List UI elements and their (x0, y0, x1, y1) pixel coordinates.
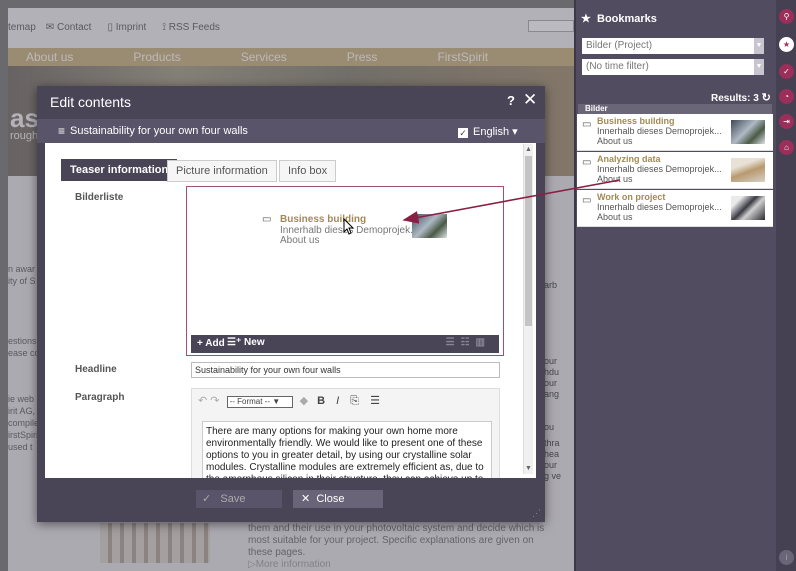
paragraph-text[interactable]: There are many options for making your o… (202, 421, 492, 478)
chevron-down-icon: ▼ (754, 38, 764, 54)
star-icon[interactable]: ★ (779, 37, 794, 52)
bookmarks-header: ★ Bookmarks (581, 13, 657, 25)
close-icon[interactable]: ✕ (523, 90, 537, 110)
page-title: Sustainability for your own four walls (70, 125, 248, 137)
star-icon: ★ (581, 13, 591, 25)
new-list-icon: ☰⁺ (227, 337, 242, 348)
bookmark-thumbnail (731, 196, 765, 220)
close-button[interactable]: ✕ Close (293, 490, 383, 508)
bookmark-path: About us (597, 174, 633, 184)
checkbox-icon: ✓ (458, 128, 468, 138)
info-icon[interactable]: i (779, 550, 794, 565)
drag-cursor-icon (343, 218, 355, 235)
time-filter-select[interactable]: (No time filter) ▼ (582, 59, 764, 75)
bookmark-subtitle: Innerhalb dieses Demoprojek... (597, 202, 722, 212)
bookmark-title: Business building (597, 116, 675, 126)
view-mode-icons[interactable]: ☰☷▥ (446, 337, 491, 348)
document-icon: ▭ (262, 214, 272, 225)
scroll-up-icon[interactable]: ▲ (525, 146, 532, 153)
tab-picture-information[interactable]: Picture information (167, 160, 277, 182)
italic-icon[interactable]: I (336, 395, 339, 407)
dialog-scrollbar[interactable]: ▲ ▼ (523, 144, 533, 474)
redo-icon[interactable]: ↷ (210, 395, 219, 407)
paragraph-editor: ↶ ↷ -- Format -- ▼ ◆ B I ⎘ ☰ There are m… (191, 388, 500, 478)
list-icon[interactable]: ☰ (370, 395, 380, 407)
refresh-icon[interactable]: ↻ (762, 92, 771, 104)
clock-icon[interactable]: ◔ (779, 89, 794, 104)
headline-input[interactable]: Sustainability for your own four walls (191, 362, 500, 378)
bookmark-title: Analyzing data (597, 154, 661, 164)
bookmark-thumbnail (731, 120, 765, 144)
eraser-icon[interactable]: ◆ (300, 395, 308, 407)
bookmark-subtitle: Innerhalb dieses Demoprojek... (597, 164, 722, 174)
list-item-path: About us (280, 235, 320, 246)
scroll-down-icon[interactable]: ▼ (525, 465, 532, 472)
language-select[interactable]: ✓ English ▾ (458, 125, 518, 138)
tab-teaser-information[interactable]: Teaser information (61, 159, 178, 181)
document-icon: ▭ (582, 157, 592, 168)
new-button[interactable]: ☰⁺ New (227, 337, 265, 348)
dialog-subbar: ≡ Sustainability for your own four walls… (37, 119, 545, 143)
bookmark-path: About us (597, 136, 633, 146)
search-icon[interactable]: ⚲ (779, 9, 794, 24)
link-icon[interactable]: ⎘ (350, 395, 359, 407)
project-filter-select[interactable]: Bilder (Project) ▼ (582, 38, 764, 54)
format-select[interactable]: -- Format -- ▼ (226, 396, 293, 408)
bookmark-thumbnail (731, 158, 765, 182)
bilderliste-dropzone[interactable]: ▭ Business building Innerhalb dieses Dem… (186, 186, 504, 356)
scrollbar-thumb[interactable] (525, 156, 532, 326)
bookmarks-panel: ★ Bookmarks Bilder (Project) ▼ (No time f… (574, 0, 776, 571)
list-item-thumbnail (412, 214, 447, 238)
bookmark-subtitle: Innerhalb dieses Demoprojek... (597, 126, 722, 136)
undo-icon[interactable]: ↶ (198, 395, 207, 407)
bookmark-title: Work on project (597, 192, 666, 202)
document-icon: ▭ (582, 195, 592, 206)
dialog-title: Edit contents (50, 94, 131, 110)
chevron-down-icon: ▼ (754, 59, 764, 75)
list-footer: + Add ☰⁺ New ☰☷▥ (191, 335, 499, 353)
bookmark-card[interactable]: ▭ Work on project Innerhalb dieses Demop… (577, 190, 773, 227)
help-button[interactable]: ? (507, 93, 515, 108)
form-panel: Teaser information Picture information I… (45, 143, 536, 478)
save-button[interactable]: ✓ Save (196, 490, 282, 508)
edit-contents-dialog: Edit contents ? ✕ ≡ Sustainability for y… (37, 86, 545, 522)
bookmark-card[interactable]: ▭ Business building Innerhalb dieses Dem… (577, 114, 773, 151)
bold-icon[interactable]: B (317, 395, 325, 407)
check-icon[interactable]: ✓ (779, 64, 794, 79)
panel-splitter[interactable] (574, 0, 576, 571)
group-header: Bilder (578, 104, 772, 114)
paragraph-label: Paragraph (75, 392, 125, 403)
menu-icon[interactable]: ≡ (58, 124, 65, 138)
document-icon: ▭ (582, 119, 592, 130)
bilderliste-label: Bilderliste (75, 192, 124, 203)
bookmark-path: About us (597, 212, 633, 222)
headline-label: Headline (75, 364, 117, 375)
editor-toolbar: ↶ ↷ -- Format -- ▼ ◆ B I ⎘ ☰ (198, 394, 380, 408)
tab-info-box[interactable]: Info box (279, 160, 337, 182)
bookmark-card[interactable]: ▭ Analyzing data Innerhalb dieses Demopr… (577, 152, 773, 189)
add-button[interactable]: + Add (197, 338, 225, 349)
chevron-down-icon: ▾ (512, 126, 518, 138)
icon-sidebar: ⚲ ★ ✓ ◔ ⇥ ⌂ i (776, 0, 796, 571)
resize-grip-icon[interactable]: ⋰ (532, 508, 541, 519)
inbox-icon[interactable]: ⌂ (779, 140, 794, 155)
results-count: Results: 3 ↻ (711, 92, 771, 104)
arrow-icon[interactable]: ⇥ (779, 114, 794, 129)
